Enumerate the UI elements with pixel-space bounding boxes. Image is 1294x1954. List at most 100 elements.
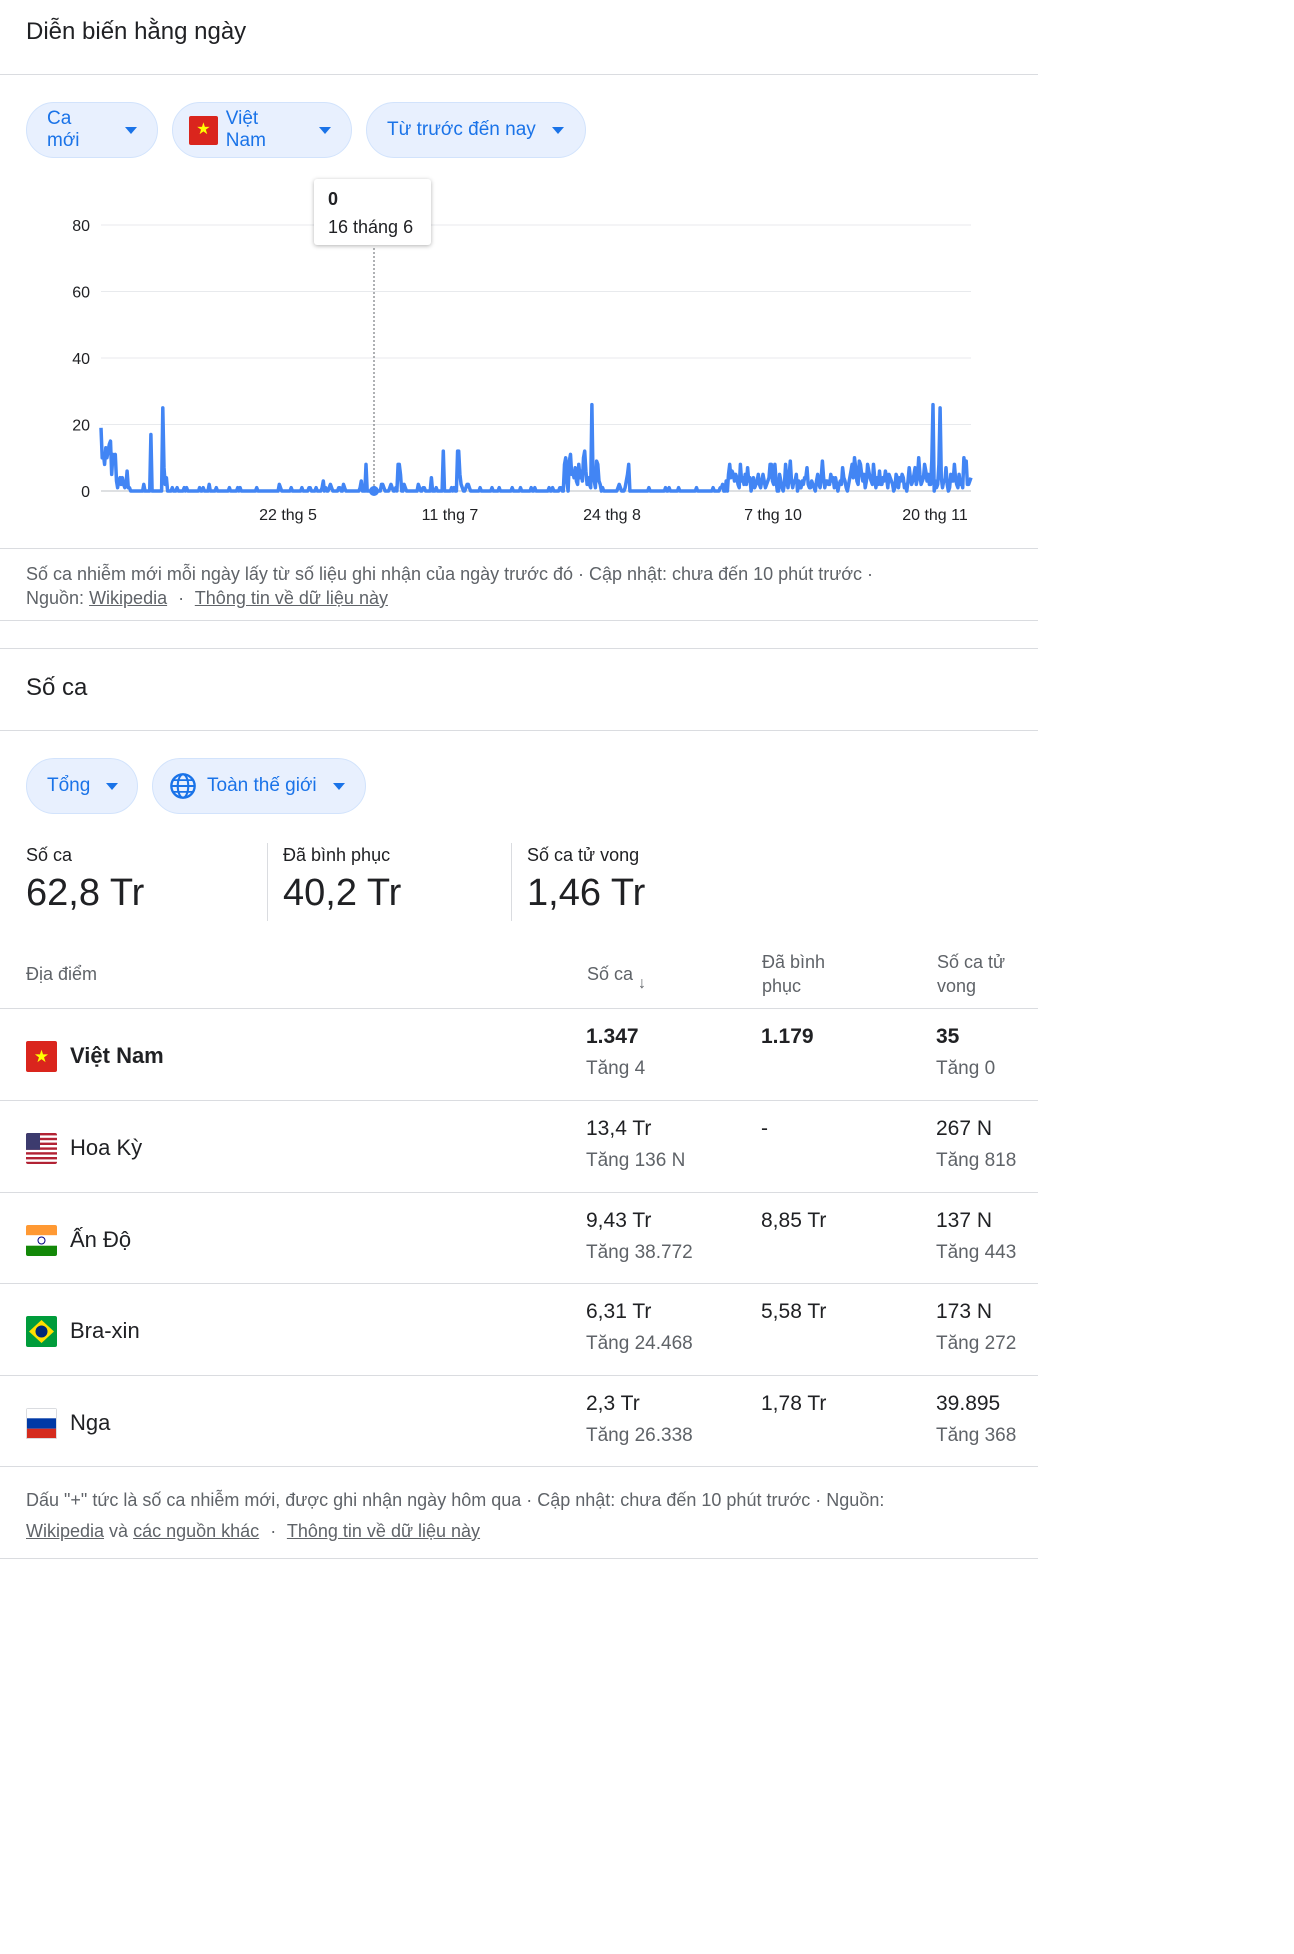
data-info-link[interactable]: Thông tin về dữ liệu này (195, 588, 388, 608)
country-dropdown[interactable]: ★ Việt Nam (172, 102, 352, 158)
x-tick-label: 22 thg 5 (259, 507, 317, 524)
globe-icon (169, 772, 197, 800)
tooltip-value: 0 (328, 189, 339, 209)
stat-recovered: Đã bình phục 40,2 Tr (283, 845, 401, 915)
chevron-down-icon (319, 126, 331, 134)
cases-footer-text: Dấu "+" tức là số ca nhiễm mới, được ghi… (26, 1490, 885, 1510)
daily-title: Diễn biến hằng ngày (26, 18, 247, 45)
russia-flag-icon (26, 1408, 57, 1439)
col-header-deaths-line2: vong (937, 976, 977, 996)
cases-increase: Tăng 24.468 (586, 1333, 693, 1354)
col-header-deaths[interactable]: Số ca tử vong (937, 950, 1005, 998)
stat-label: Số ca (26, 845, 73, 865)
col-header-cases[interactable]: Số ca ↓ (587, 962, 646, 992)
cases-title: Số ca (26, 674, 88, 701)
location-name: Ấn Độ (70, 1227, 132, 1252)
stat-label: Số ca tử vong (527, 845, 640, 865)
chevron-down-icon (332, 782, 345, 790)
series-line (99, 402, 973, 493)
recovered-value: 5,58 Tr (761, 1300, 827, 1323)
col-header-cases-label: Số ca (587, 964, 634, 984)
deaths-value: 267 N (936, 1117, 993, 1140)
location-name: Hoa Kỳ (70, 1135, 143, 1160)
card-bottom-edge (0, 1558, 1038, 1559)
y-tick-label: 60 (72, 285, 90, 302)
x-tick-label: 24 thg 8 (583, 507, 641, 524)
footer-sep: · (178, 588, 185, 608)
chart-tooltip: 0 16 tháng 6 (314, 179, 431, 245)
stat-label: Đã bình phục (283, 845, 391, 865)
table-row[interactable]: Ấn Độ 9,43 Tr Tăng 38.772 8,85 Tr 137 N … (0, 1192, 1038, 1285)
stat-divider (511, 843, 512, 921)
cases-increase: Tăng 4 (586, 1058, 646, 1079)
y-tick-label: 80 (72, 218, 90, 235)
cases-value: 9,43 Tr (586, 1209, 652, 1232)
cases-increase: Tăng 136 N (586, 1150, 686, 1171)
y-tick-label: 0 (81, 484, 90, 501)
source-prefix: Nguồn: (26, 588, 85, 608)
daily-cases-chart[interactable]: 0 20 40 60 80 22 thg 5 11 thg 7 24 thg 8 7 thg … (0, 190, 1038, 540)
table-row[interactable]: Hoa Kỳ 13,4 Tr Tăng 136 N - 267 N Tăng 8… (0, 1100, 1038, 1193)
chevron-down-icon (125, 126, 137, 134)
y-tick-label: 40 (72, 351, 90, 368)
deaths-increase: Tăng 368 (936, 1425, 1017, 1446)
table-row[interactable]: Bra-xin 6,31 Tr Tăng 24.468 5,58 Tr 173 … (0, 1283, 1038, 1376)
recovered-value: 1,78 Tr (761, 1392, 827, 1415)
y-tick-label: 20 (72, 418, 90, 435)
col-header-deaths-line1: Số ca tử (937, 952, 1006, 972)
region-dropdown[interactable]: Toàn thế giới (152, 758, 366, 814)
data-info-link[interactable]: Thông tin về dữ liệu này (287, 1521, 480, 1541)
wikipedia-link[interactable]: Wikipedia (26, 1521, 104, 1541)
footer-sep: · (270, 1521, 277, 1541)
cases-header: Số ca (0, 648, 1038, 731)
col-header-recovered-line2: phục (762, 976, 802, 996)
location-name: Bra-xin (70, 1318, 140, 1343)
tooltip-date: 16 tháng 6 (328, 217, 414, 237)
recovered-value: 8,85 Tr (761, 1209, 827, 1232)
location-name: Việt Nam (70, 1043, 164, 1068)
usa-flag-icon (26, 1133, 57, 1164)
deaths-increase: Tăng 272 (936, 1333, 1017, 1354)
table-row[interactable]: ★ Việt Nam 1.347 Tăng 4 1.179 35 Tăng 0 (0, 1008, 1038, 1101)
daily-footer-text: Số ca nhiễm mới mỗi ngày lấy từ số liệu … (26, 564, 874, 584)
deaths-increase: Tăng 443 (936, 1242, 1017, 1263)
x-tick-label: 20 thg 11 (902, 507, 968, 524)
cases-metric-label: Tổng (47, 775, 91, 796)
stat-value: 62,8 Tr (26, 872, 145, 914)
cases-footer: Dấu "+" tức là số ca nhiễm mới, được ghi… (26, 1485, 1006, 1547)
metric-dropdown[interactable]: Ca mới (26, 102, 158, 158)
cases-metric-dropdown[interactable]: Tổng (26, 758, 138, 814)
card-bottom-edge (0, 620, 1038, 631)
deaths-increase: Tăng 0 (936, 1058, 996, 1079)
cases-increase: Tăng 38.772 (586, 1242, 693, 1263)
range-dropdown-label: Từ trước đến nay (387, 119, 536, 140)
deaths-value: 35 (936, 1025, 960, 1048)
india-flag-icon (26, 1225, 57, 1256)
daily-footer: Số ca nhiễm mới mỗi ngày lấy từ số liệu … (26, 562, 1006, 610)
deaths-value: 39.895 (936, 1392, 1001, 1415)
wikipedia-link[interactable]: Wikipedia (89, 588, 167, 608)
other-sources-link[interactable]: các nguồn khác (133, 1521, 259, 1541)
col-header-recovered-line1: Đã bình (762, 952, 826, 972)
vietnam-flag-icon: ★ (189, 115, 218, 145)
stat-value: 40,2 Tr (283, 872, 402, 914)
brazil-flag-icon (26, 1316, 57, 1347)
country-dropdown-label: Việt Nam (225, 108, 266, 151)
deaths-increase: Tăng 818 (936, 1150, 1017, 1171)
stat-value: 1,46 Tr (527, 872, 646, 914)
location-name: Nga (70, 1410, 111, 1435)
cases-value: 1.347 (586, 1025, 639, 1048)
col-header-location[interactable]: Địa điểm (26, 962, 97, 986)
table-row[interactable]: Nga 2,3 Tr Tăng 26.338 1,78 Tr 39.895 Tă… (0, 1375, 1038, 1468)
sort-down-arrow-icon: ↓ (638, 975, 647, 992)
range-dropdown[interactable]: Từ trước đến nay (366, 102, 586, 158)
metric-dropdown-label: Ca mới (47, 108, 80, 151)
stat-divider (267, 843, 268, 921)
cases-value: 2,3 Tr (586, 1392, 640, 1415)
col-header-recovered[interactable]: Đã bình phục (762, 950, 825, 998)
chevron-down-icon (106, 782, 119, 790)
chevron-down-icon (551, 126, 564, 134)
region-dropdown-label: Toàn thế giới (207, 775, 317, 796)
x-tick-label: 7 thg 10 (744, 507, 802, 524)
daily-header: Diễn biến hằng ngày (0, 0, 1038, 75)
